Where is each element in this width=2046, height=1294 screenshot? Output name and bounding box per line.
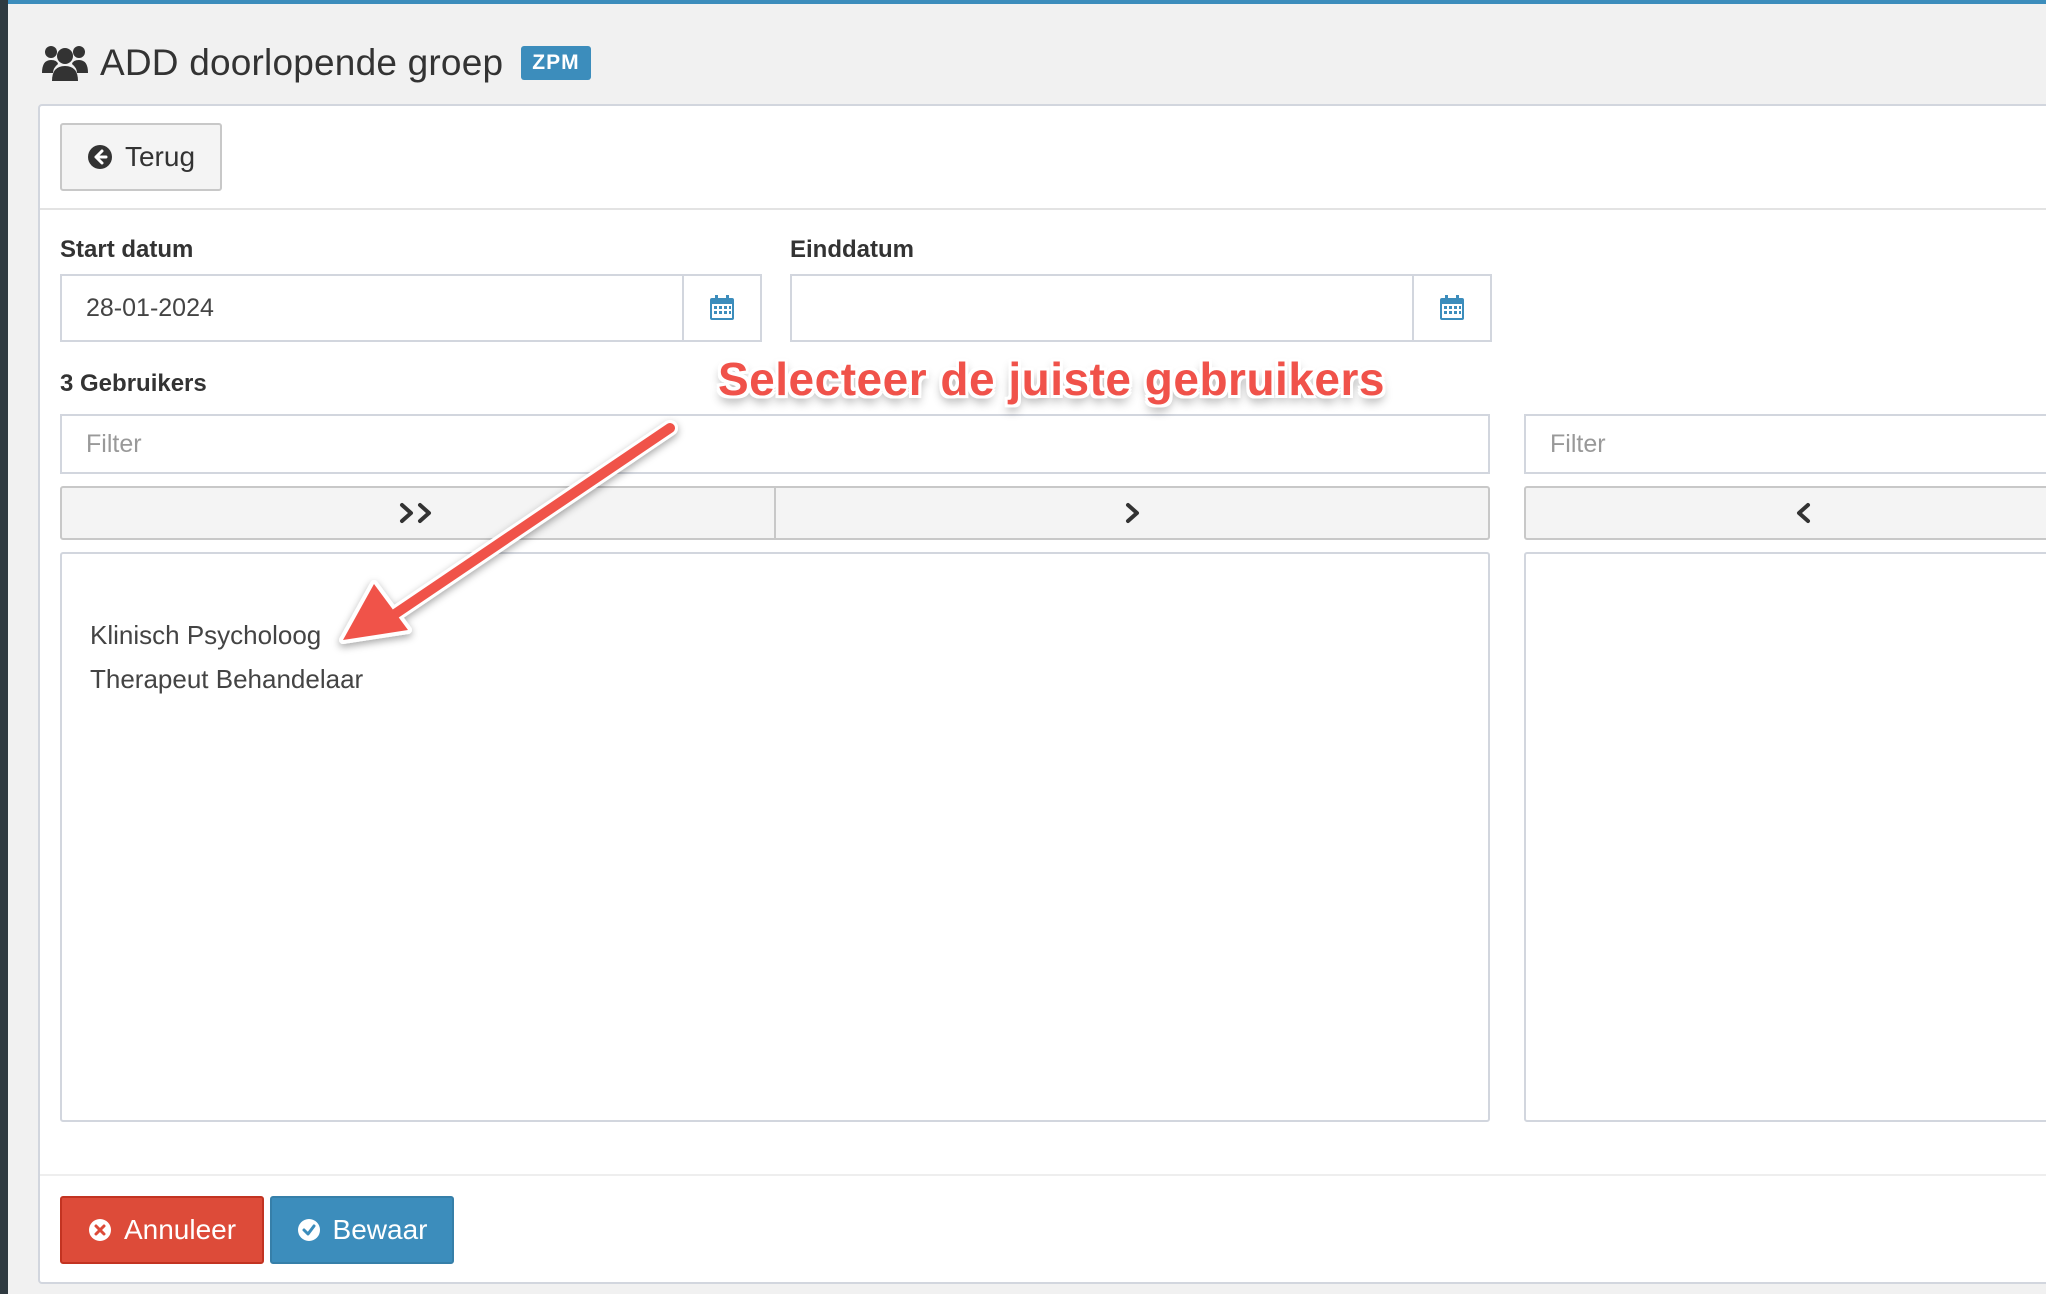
page-header: ADD doorlopende groep ZPM	[42, 28, 591, 98]
move-buttons-available	[60, 486, 1490, 540]
available-filter-input[interactable]	[60, 414, 1490, 474]
back-button-label: Terug	[124, 141, 196, 172]
calendar-icon	[1440, 295, 1464, 320]
times-circle-icon	[88, 1218, 112, 1242]
start-date-group	[60, 274, 762, 342]
top-accent-line	[0, 0, 2046, 4]
cancel-button-label: Annuleer	[123, 1214, 237, 1245]
arrow-circle-left-icon	[87, 144, 113, 170]
footer-divider	[40, 1174, 2046, 1176]
back-button[interactable]: Terug	[60, 123, 222, 191]
start-date-label: Start datum	[60, 236, 194, 263]
annotation-text: Selecteer de juiste gebruikers	[718, 353, 1385, 405]
selected-filter-input[interactable]	[1524, 414, 2046, 474]
calendar-icon	[710, 295, 734, 320]
end-date-calendar-button[interactable]	[1412, 276, 1490, 340]
users-icon	[42, 46, 88, 81]
main-box: Terug Start datum Einddatum 3 Gebruikers	[38, 104, 2046, 1284]
start-date-input[interactable]	[62, 276, 682, 340]
zpm-badge: ZPM	[521, 46, 591, 80]
move-buttons-selected	[1524, 486, 2046, 540]
list-item[interactable]: Therapeut Behandelaar	[90, 664, 363, 695]
page-title: ADD doorlopende groep	[100, 42, 504, 83]
remove-selected-button[interactable]	[1526, 488, 2046, 538]
chevron-right-icon	[1126, 503, 1139, 523]
save-button[interactable]: Bewaar	[270, 1196, 454, 1264]
move-all-button[interactable]	[62, 488, 774, 538]
end-date-label: Einddatum	[790, 236, 914, 263]
cancel-button[interactable]: Annuleer	[60, 1196, 264, 1264]
move-selected-button[interactable]	[774, 488, 1488, 538]
users-label: 3 Gebruikers	[60, 370, 207, 397]
start-date-calendar-button[interactable]	[682, 276, 760, 340]
list-item[interactable]: Klinisch Psycholoog	[90, 620, 321, 651]
double-chevron-right-icon	[400, 503, 431, 523]
check-circle-icon	[297, 1218, 321, 1242]
chevron-left-icon	[1797, 503, 1810, 523]
sidebar-edge	[0, 0, 8, 1294]
end-date-input[interactable]	[792, 276, 1412, 340]
selected-users-list[interactable]	[1524, 552, 2046, 1122]
end-date-group	[790, 274, 1492, 342]
available-users-list[interactable]: Klinisch Psycholoog Therapeut Behandelaa…	[60, 552, 1490, 1122]
save-button-label: Bewaar	[332, 1214, 428, 1245]
box-header: Terug	[40, 106, 2046, 210]
